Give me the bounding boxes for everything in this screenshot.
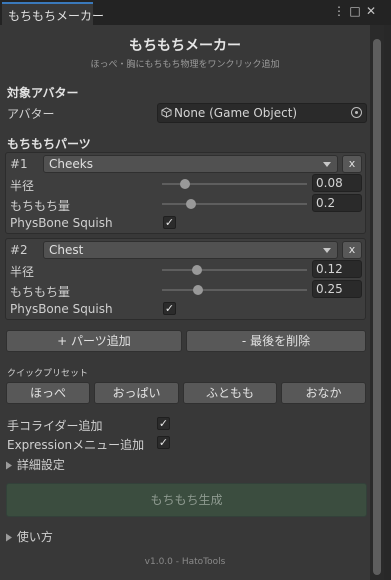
amount-slider-thumb[interactable] — [186, 199, 196, 209]
generate-button[interactable]: もちもち生成 — [6, 483, 367, 517]
avatar-section-heading: 対象アバター — [7, 86, 79, 100]
editor-window: もちもちメーカー ⋮ □ ✕ もちもちメーカー ほっぺ・胸にもちもち物理をワンク… — [0, 0, 391, 580]
amount-label: もちもち量 — [10, 285, 71, 299]
chevron-down-icon — [323, 162, 331, 167]
part-index: #2 — [10, 243, 28, 257]
inspector-content: もちもちメーカー ほっぺ・胸にもちもち物理をワンクリック追加 対象アバター アバ… — [0, 25, 370, 580]
squish-label: PhysBone Squish — [10, 302, 113, 316]
presets-label: クイックプリセット — [7, 369, 89, 379]
preset-chest-button[interactable]: おっぱい — [94, 382, 179, 404]
close-icon[interactable]: ✕ — [365, 5, 377, 17]
scrollbar-thumb[interactable] — [373, 39, 381, 575]
radius-value: 0.08 — [316, 176, 343, 190]
remove-part-button[interactable]: x — [342, 241, 362, 259]
tab-mochimochi-maker[interactable]: もちもちメーカー — [2, 2, 104, 25]
squish-label: PhysBone Squish — [10, 216, 113, 230]
expression-menu-checkbox[interactable]: ✓ — [157, 436, 170, 449]
radius-slider[interactable] — [162, 269, 307, 271]
part-type-value: Chest — [49, 243, 84, 257]
version-footer: v1.0.0 - HatoTools — [144, 557, 226, 567]
radius-value: 0.12 — [316, 262, 343, 276]
radius-label: 半径 — [10, 179, 35, 193]
part-type-value: Cheeks — [49, 157, 93, 171]
avatar-label: アバター — [7, 107, 55, 121]
howto-foldout[interactable]: 使い方 — [5, 528, 53, 545]
howto-label: 使い方 — [16, 530, 53, 544]
radius-label: 半径 — [10, 265, 35, 279]
part-box-2: #2 Chest x 半径 0.12 もちもち量 0.25 PhysBone S… — [5, 238, 366, 320]
chevron-down-icon — [323, 248, 331, 253]
hand-collider-label: 手コライダー追加 — [7, 419, 103, 433]
gameobject-icon — [161, 107, 172, 118]
page-title: もちもちメーカー — [129, 38, 241, 54]
radius-input[interactable]: 0.12 — [312, 260, 362, 278]
adjacent-panel-edge — [384, 25, 391, 580]
maximize-icon[interactable]: □ — [349, 5, 361, 17]
add-part-button[interactable]: + パーツ追加 — [6, 330, 182, 352]
advanced-settings-foldout[interactable]: 詳細設定 — [5, 456, 65, 473]
squish-checkbox[interactable]: ✓ — [163, 216, 176, 229]
advanced-settings-label: 詳細設定 — [16, 458, 65, 472]
radius-slider-thumb[interactable] — [180, 179, 191, 189]
menu-icon[interactable]: ⋮ — [333, 5, 345, 17]
amount-slider[interactable] — [162, 203, 307, 205]
remove-last-button[interactable]: - 最後を削除 — [186, 330, 366, 352]
object-picker-icon[interactable] — [351, 107, 362, 118]
amount-value: 0.2 — [316, 196, 336, 210]
preset-cheeks-button[interactable]: ほっぺ — [6, 382, 90, 404]
caret-right-icon — [6, 461, 12, 470]
tab-label: もちもちメーカー — [8, 9, 105, 23]
part-index: #1 — [10, 157, 28, 171]
caret-right-icon — [6, 533, 12, 542]
remove-part-button[interactable]: x — [342, 155, 362, 173]
part-type-dropdown[interactable]: Chest — [43, 241, 338, 259]
amount-slider-thumb[interactable] — [193, 285, 204, 295]
amount-label: もちもち量 — [10, 199, 71, 213]
preset-thighs-button[interactable]: ふともも — [183, 382, 277, 404]
hand-collider-checkbox[interactable]: ✓ — [157, 417, 170, 430]
amount-slider[interactable] — [162, 289, 307, 291]
avatar-object-field[interactable]: None (Game Object) — [157, 103, 367, 123]
amount-input[interactable]: 0.2 — [312, 194, 362, 212]
preset-belly-button[interactable]: おなか — [281, 382, 366, 404]
radius-slider-thumb[interactable] — [191, 265, 202, 275]
parts-section-heading: もちもちパーツ — [7, 137, 91, 151]
amount-input[interactable]: 0.25 — [312, 280, 362, 298]
amount-value: 0.25 — [316, 282, 343, 296]
radius-input[interactable]: 0.08 — [312, 174, 362, 192]
part-type-dropdown[interactable]: Cheeks — [43, 155, 338, 173]
page-subtitle: ほっぺ・胸にもちもち物理をワンクリック追加 — [90, 60, 280, 70]
part-box-1: #1 Cheeks x 半径 0.08 もちもち量 0.2 PhysBone S… — [5, 152, 366, 234]
squish-checkbox[interactable]: ✓ — [163, 302, 176, 315]
tab-bar: もちもちメーカー ⋮ □ ✕ — [0, 0, 391, 25]
expression-menu-label: Expressionメニュー追加 — [7, 438, 145, 452]
avatar-field-value: None (Game Object) — [174, 106, 298, 120]
vertical-scrollbar[interactable] — [370, 25, 384, 580]
